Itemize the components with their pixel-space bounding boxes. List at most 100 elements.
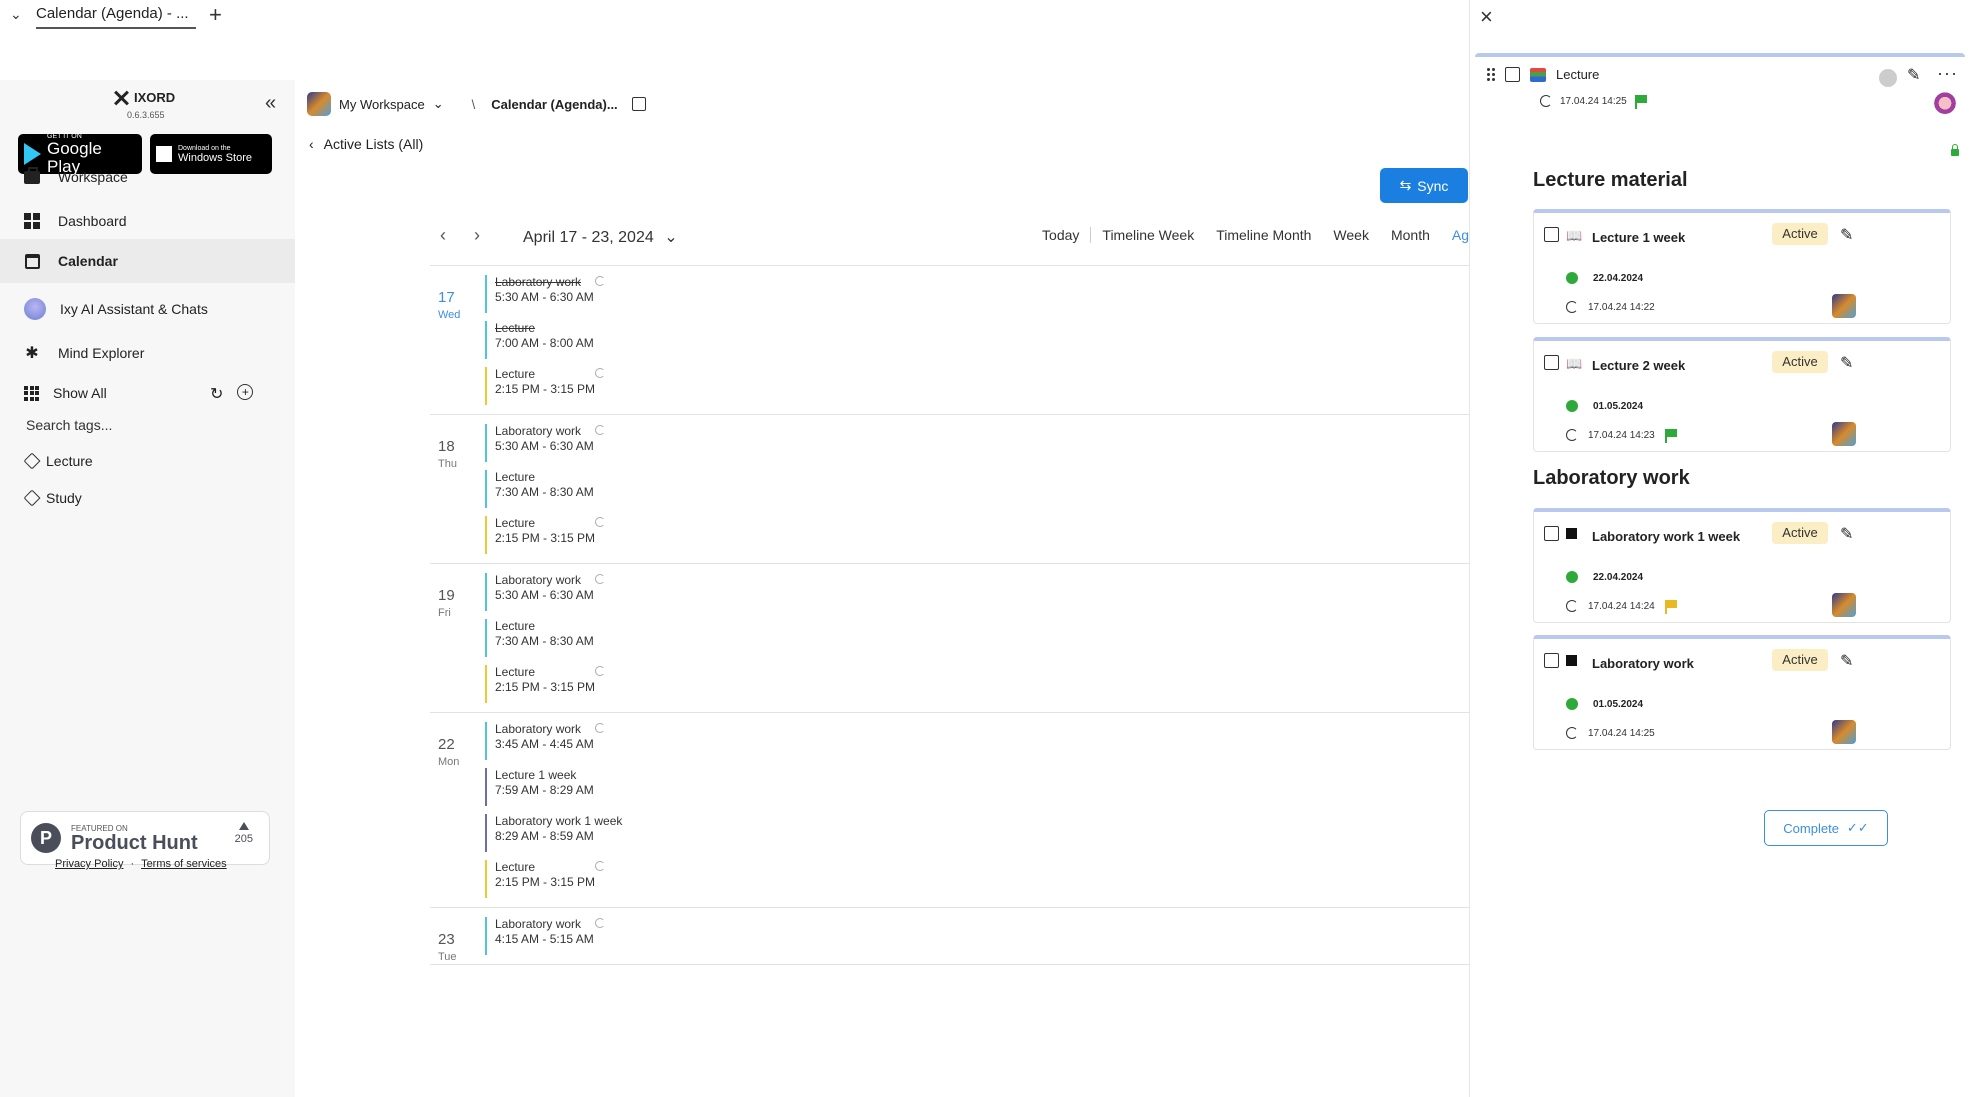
view-month[interactable]: Month (1380, 227, 1441, 243)
show-all-tags[interactable]: Show All ↻ + (0, 367, 295, 419)
view-today[interactable]: Today (1031, 227, 1090, 243)
task-checkbox[interactable] (1544, 355, 1559, 370)
task-created: 17.04.24 14:25 (1566, 727, 1655, 739)
edit-icon[interactable]: ✎ (1840, 225, 1853, 245)
open-external-icon[interactable] (631, 97, 646, 111)
agenda-event[interactable]: Lecture 2:15 PM - 3:15 PM (485, 516, 1469, 554)
refresh-icon[interactable]: ↻ (210, 384, 223, 404)
event-time: 5:30 AM - 6:30 AM (495, 290, 594, 304)
more-options-icon[interactable]: ··· (1937, 63, 1958, 84)
agenda-event[interactable]: Lecture 2:15 PM - 3:15 PM (485, 367, 1469, 405)
tag-item-lecture[interactable]: Lecture (23, 452, 93, 470)
task-card[interactable]: Laboratory work 1 week Active ✎ 22.04.20… (1533, 508, 1951, 623)
main-content: My Workspace ⌄ \ Calendar (Agenda)... ‹ … (295, 80, 1469, 1097)
breadcrumb: My Workspace ⌄ \ Calendar (Agenda)... (307, 92, 646, 116)
privacy-policy-link[interactable]: Privacy Policy (55, 858, 123, 870)
agenda-event[interactable]: Laboratory work 5:30 AM - 6:30 AM (485, 573, 1469, 611)
agenda-event[interactable]: Lecture 7:30 AM - 8:30 AM (485, 619, 1469, 657)
date-range-selector[interactable]: April 17 - 23, 2024 ⌄ (523, 227, 678, 247)
edit-icon[interactable]: ✎ (1907, 65, 1920, 85)
edit-icon[interactable]: ✎ (1840, 353, 1853, 373)
date-range-label: April 17 - 23, 2024 (523, 229, 654, 246)
avatar[interactable] (1832, 593, 1856, 617)
agenda-event[interactable]: Laboratory work 1 week 8:29 AM - 8:59 AM (485, 814, 1469, 852)
day-number[interactable]: 23 (438, 931, 478, 948)
status-dot-icon[interactable] (1879, 69, 1897, 87)
agenda-event[interactable]: Lecture 7:00 AM - 8:00 AM (485, 321, 1469, 359)
task-created: 17.04.24 14:22 (1566, 301, 1655, 313)
workspace-selector[interactable]: My Workspace (339, 97, 425, 112)
product-hunt-badge[interactable]: P FEATURED ON Product Hunt 205 (20, 811, 270, 865)
add-tag-icon[interactable]: + (237, 384, 254, 400)
sidebar-item-calendar[interactable]: Calendar (0, 239, 295, 283)
new-tab-button[interactable]: + (209, 2, 222, 28)
drag-handle-icon[interactable] (1487, 68, 1495, 81)
task-card[interactable]: 📖 Lecture 1 week Active ✎ 22.04.2024 17.… (1533, 209, 1951, 324)
section-title-laboratory-work: Laboratory work (1533, 467, 1690, 489)
sidebar-item-label: Calendar (58, 253, 118, 269)
sync-icon: ⇆ (1399, 177, 1412, 193)
status-badge[interactable]: Active (1772, 223, 1828, 245)
collapse-sidebar-icon[interactable]: « (265, 92, 276, 115)
view-timeline-week[interactable]: Timeline Week (1091, 227, 1205, 243)
avatar[interactable] (1832, 720, 1856, 744)
terms-link[interactable]: Terms of services (141, 858, 227, 870)
close-icon[interactable]: × (1480, 4, 1493, 30)
agenda-event[interactable]: Lecture 2:15 PM - 3:15 PM (485, 860, 1469, 898)
list-checkbox[interactable] (1505, 67, 1520, 82)
search-tags-input[interactable]: Search tags... (26, 417, 112, 433)
avatar[interactable] (1832, 422, 1856, 446)
sidebar-item-label: Mind Explorer (58, 345, 145, 361)
books-icon (1530, 67, 1546, 82)
task-card[interactable]: Laboratory work Active ✎ 01.05.2024 17.0… (1533, 635, 1951, 750)
status-badge[interactable]: Active (1772, 351, 1828, 373)
day-number[interactable]: 17 (438, 289, 478, 306)
brand: IXORD (112, 90, 175, 105)
day-number[interactable]: 22 (438, 736, 478, 753)
tab-list-chevron-icon[interactable]: ⌄ (10, 6, 22, 23)
sync-button[interactable]: ⇆ Sync (1380, 168, 1468, 203)
view-agenda[interactable]: Ag (1441, 227, 1469, 243)
event-title: Lecture (495, 619, 536, 633)
agenda-event[interactable]: Lecture 2:15 PM - 3:15 PM (485, 665, 1469, 703)
view-timeline-month[interactable]: Timeline Month (1205, 227, 1322, 243)
task-title: Lecture 2 week (1592, 358, 1686, 373)
tag-item-study[interactable]: Study (23, 489, 82, 507)
edit-icon[interactable]: ✎ (1840, 651, 1853, 671)
agenda-event[interactable]: Laboratory work 5:30 AM - 6:30 AM (485, 424, 1469, 462)
agenda-event[interactable]: Laboratory work 5:30 AM - 6:30 AM (485, 275, 1469, 313)
back-link[interactable]: ‹ Active Lists (All) (309, 136, 423, 152)
complete-button[interactable]: Complete ✓✓ (1764, 810, 1888, 846)
next-range-icon[interactable]: › (474, 225, 480, 246)
event-title: Lecture (495, 516, 536, 530)
footer-sep: · (130, 858, 135, 870)
chevron-down-icon[interactable]: ⌄ (433, 96, 444, 112)
day-number[interactable]: 18 (438, 438, 478, 455)
status-badge[interactable]: Active (1772, 649, 1828, 671)
task-due: 22.04.2024 (1566, 272, 1643, 284)
agenda-event[interactable]: Laboratory work 4:15 AM - 5:15 AM (485, 917, 1469, 955)
view-week[interactable]: Week (1322, 227, 1380, 243)
avatar[interactable] (1933, 90, 1957, 114)
agenda-event[interactable]: Laboratory work 3:45 AM - 4:45 AM (485, 722, 1469, 760)
task-created-date: 17.04.24 14:25 (1588, 727, 1655, 739)
status-badge[interactable]: Active (1772, 522, 1828, 544)
event-time: 5:30 AM - 6:30 AM (495, 588, 594, 602)
task-checkbox[interactable] (1544, 526, 1559, 541)
task-checkbox[interactable] (1544, 653, 1559, 668)
calendar-toolbar: ‹ › April 17 - 23, 2024 ⌄ Today Timeline… (430, 225, 1469, 247)
task-card[interactable]: 📖 Lecture 2 week Active ✎ 01.05.2024 17.… (1533, 337, 1951, 452)
task-checkbox[interactable] (1544, 227, 1559, 242)
avatar[interactable] (1832, 294, 1856, 318)
day-number[interactable]: 19 (438, 587, 478, 604)
agenda-event[interactable]: Lecture 7:30 AM - 8:30 AM (485, 470, 1469, 508)
edit-icon[interactable]: ✎ (1840, 524, 1853, 544)
prev-range-icon[interactable]: ‹ (440, 225, 446, 246)
due-status-icon (1566, 400, 1578, 412)
task-due-date: 22.04.2024 (1593, 272, 1644, 284)
task-title: Laboratory work (1592, 656, 1694, 671)
check-icon: ✓✓ (1846, 820, 1869, 835)
breadcrumb-separator: \ (471, 96, 476, 112)
agenda-event[interactable]: Lecture 1 week 7:59 AM - 8:29 AM (485, 768, 1469, 806)
browser-tab[interactable]: Calendar (Agenda) - ... (36, 3, 196, 29)
